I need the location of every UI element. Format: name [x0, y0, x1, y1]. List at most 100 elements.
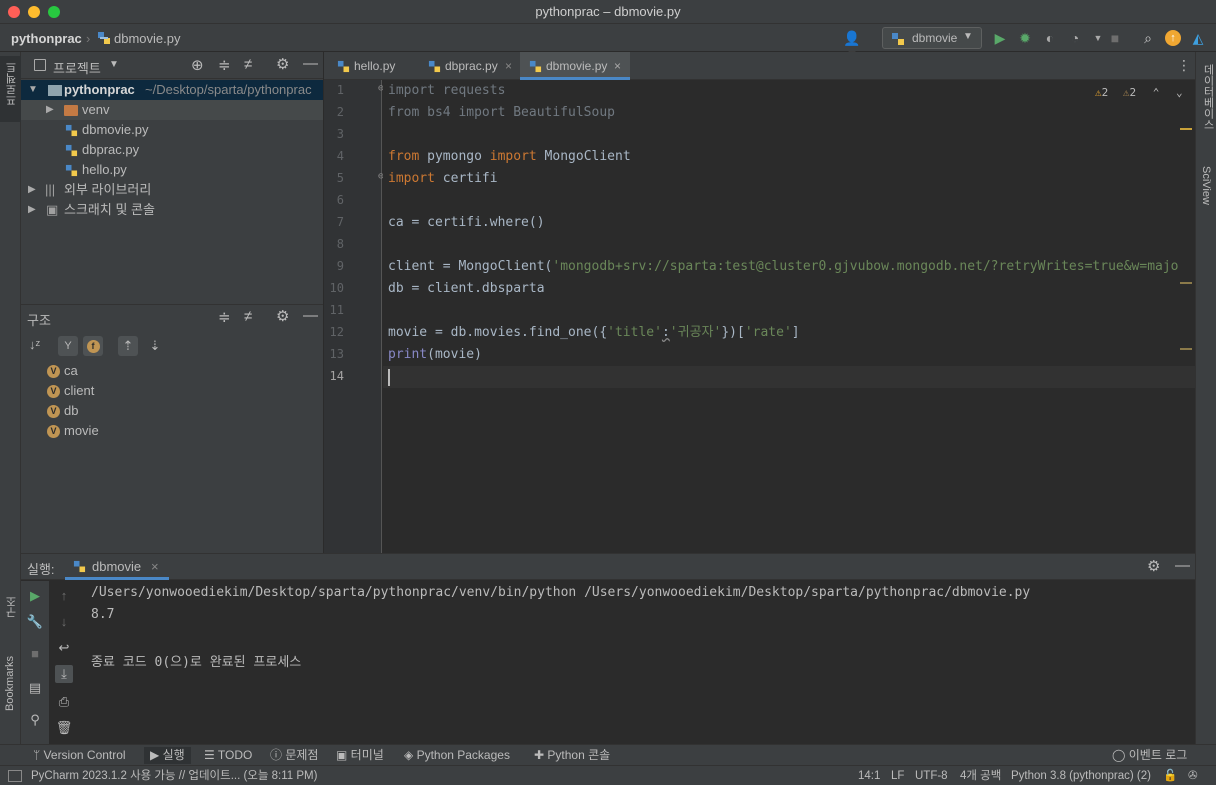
warning-stripe[interactable] — [1180, 128, 1192, 130]
warning-stripe[interactable] — [1180, 282, 1192, 284]
gear-icon[interactable]: ⚙ — [276, 307, 289, 325]
hide-panel-icon[interactable]: — — [303, 307, 318, 324]
collapse-all-icon[interactable]: ≠ — [244, 56, 252, 73]
notifications-icon[interactable]: ✇ — [1188, 768, 1198, 784]
sort-alpha-icon[interactable]: ↓ᶻ — [29, 337, 40, 352]
file-encoding[interactable]: UTF-8 — [915, 768, 948, 784]
indent-setting[interactable]: 4개 공백 — [960, 768, 1001, 784]
database-tool-button[interactable]: 데이터베이스 — [1196, 58, 1216, 138]
autoscroll-to-source-icon[interactable]: ⇡ — [118, 336, 138, 356]
hide-panel-icon[interactable]: — — [1175, 557, 1190, 574]
coverage-icon[interactable]: ◐ — [1042, 30, 1058, 46]
line-separator[interactable]: LF — [891, 768, 904, 784]
run-panel: 실행: dbmovie × ⚙ — ▶ 🔧 ■ ▤ ⚲ ↑ ↓ ↩ ⤓ ⎙ 🗑 … — [21, 553, 1195, 745]
expand-all-icon[interactable]: ≑ — [218, 56, 231, 74]
python-interpreter[interactable]: Python 3.8 (pythonprac) (2) — [1011, 768, 1151, 784]
layout-icon[interactable]: ▤ — [26, 679, 44, 697]
structure-item[interactable]: V db — [21, 401, 323, 421]
tab-dbprac[interactable]: dbprac.py × — [419, 52, 517, 80]
todo-button[interactable]: ☰ TODO — [204, 747, 252, 764]
close-icon[interactable]: × — [614, 52, 621, 80]
tree-root[interactable]: ▼ pythonprac ~/Desktop/sparta/pythonprac — [21, 80, 323, 100]
close-icon[interactable]: × — [505, 52, 512, 80]
structure-tool-button[interactable]: 구조 — [0, 592, 21, 642]
status-message[interactable]: PyCharm 2023.1.2 사용 가능 // 업데이트... (오늘 8:… — [31, 768, 317, 784]
warning-stripe[interactable] — [1180, 348, 1192, 350]
more-run-chevron-icon[interactable]: ▼ — [1090, 30, 1106, 46]
list-icon: ☰ — [204, 748, 218, 762]
python-packages-button[interactable]: ◈ Python Packages — [404, 747, 510, 764]
trash-icon[interactable]: 🗑 — [55, 719, 73, 737]
locate-icon[interactable]: ⊕ — [191, 56, 204, 74]
code-editor[interactable]: import requests from bs4 import Beautifu… — [383, 80, 1195, 553]
soft-wrap-icon[interactable]: ↩ — [55, 639, 73, 657]
wrench-icon[interactable]: 🔧 — [26, 613, 44, 631]
collapse-all-icon[interactable]: ≠ — [244, 308, 252, 325]
autoscroll-from-source-icon[interactable]: ⇣ — [145, 336, 165, 356]
run-tool-button[interactable]: ▶ 실행 — [144, 747, 191, 764]
show-fields-icon[interactable]: f — [83, 336, 103, 356]
search-icon[interactable]: ⌕ — [1140, 30, 1156, 46]
project-tool-button[interactable]: 프로젝트 — [0, 56, 21, 122]
pin-icon[interactable]: ⚲ — [26, 711, 44, 729]
structure-item-label: ca — [64, 363, 78, 378]
debug-icon[interactable]: ✹ — [1017, 30, 1033, 46]
close-icon[interactable]: × — [151, 559, 159, 574]
project-panel-title[interactable]: 프로젝트 — [53, 58, 101, 77]
stop-icon[interactable]: ■ — [1107, 30, 1123, 46]
tree-item-scratches[interactable]: ▶ ▣ 스크래치 및 콘솔 — [21, 200, 323, 220]
breadcrumb-project[interactable]: pythonprac — [11, 31, 82, 46]
profile-icon[interactable]: ◔ — [1067, 30, 1083, 46]
minimize-window-button[interactable] — [28, 6, 40, 18]
structure-item[interactable]: V ca — [21, 361, 323, 381]
structure-item[interactable]: V client — [21, 381, 323, 401]
zoom-window-button[interactable] — [48, 6, 60, 18]
stop-icon[interactable]: ■ — [26, 645, 44, 663]
line-number: 3 — [336, 127, 344, 141]
lock-icon[interactable]: 🔓 — [1163, 768, 1177, 784]
gear-icon[interactable]: ⚙ — [1147, 557, 1160, 575]
problems-button[interactable]: ⓘ 문제점 — [270, 747, 318, 764]
run-config-select[interactable]: dbmovie ▼ — [882, 27, 982, 49]
print-icon[interactable]: ⎙ — [55, 693, 73, 711]
gear-icon[interactable]: ⚙ — [276, 55, 289, 73]
tab-hello[interactable]: hello.py — [328, 52, 416, 80]
caret-position[interactable]: 14:1 — [858, 768, 880, 784]
expand-all-icon[interactable]: ≑ — [218, 308, 231, 326]
rerun-icon[interactable]: ▶ — [26, 587, 44, 605]
close-window-button[interactable] — [8, 6, 20, 18]
chevron-down-icon[interactable]: ⌄ — [1176, 86, 1183, 99]
tree-item-dbprac[interactable]: dbprac.py — [21, 140, 323, 160]
sciview-tool-button[interactable]: SciView — [1196, 162, 1216, 222]
arrow-up-icon[interactable]: ↑ — [55, 587, 73, 605]
tree-item-dbmovie[interactable]: dbmovie.py — [21, 120, 323, 140]
breadcrumb-file[interactable]: dbmovie.py — [114, 31, 180, 46]
run-tab-dbmovie[interactable]: dbmovie × — [65, 554, 169, 580]
tab-dbmovie[interactable]: dbmovie.py × — [520, 52, 630, 80]
inspection-widget[interactable]: ⚠2 ⚠2 ⌃ ⌄ — [1095, 86, 1183, 99]
code-with-me-icon[interactable]: ◭ — [1190, 30, 1206, 46]
run-tab-label: dbmovie — [92, 559, 142, 574]
tree-item-venv[interactable]: ▶ venv — [21, 100, 323, 120]
run-icon[interactable]: ▶ — [992, 30, 1008, 46]
structure-item[interactable]: V movie — [21, 421, 323, 441]
tree-item-external-libraries[interactable]: ▶ ||| 외부 라이브러리 — [21, 180, 323, 200]
arrow-down-icon[interactable]: ↓ — [55, 613, 73, 631]
bookmarks-tool-button[interactable]: Bookmarks — [0, 652, 21, 732]
navigation-bar: pythonprac › dbmovie.py 👤▾ dbmovie ▼ ▶ ✹… — [0, 24, 1216, 62]
scroll-to-end-icon[interactable]: ⤓ — [55, 665, 73, 683]
more-tabs-icon[interactable]: ⋮ — [1177, 57, 1191, 74]
version-control-button[interactable]: ᛘ Version Control — [33, 747, 126, 764]
show-inherited-icon[interactable]: Y — [58, 336, 78, 356]
user-icon[interactable]: 👤▾ — [840, 30, 864, 62]
title-bar: pythonprac – dbmovie.py — [0, 0, 1216, 24]
window-layout-icon[interactable] — [8, 770, 22, 782]
event-log-button[interactable]: ◯ 이벤트 로그 — [1112, 747, 1187, 764]
terminal-button[interactable]: ▣ 터미널 — [336, 747, 384, 764]
hide-panel-icon[interactable]: — — [303, 55, 318, 72]
update-icon[interactable]: ↑ — [1165, 30, 1181, 46]
chevron-down-icon[interactable]: ▼ — [109, 59, 119, 70]
chevron-up-icon[interactable]: ⌃ — [1153, 86, 1160, 99]
tree-item-hello[interactable]: hello.py — [21, 160, 323, 180]
python-console-button[interactable]: ✚ Python 콘솔 — [534, 747, 610, 764]
